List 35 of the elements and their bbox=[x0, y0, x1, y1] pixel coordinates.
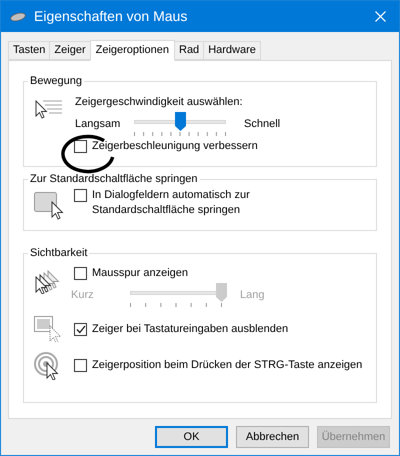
tab[interactable]: Zeiger bbox=[49, 41, 91, 60]
checkbox-box[interactable] bbox=[74, 358, 87, 372]
checkbox-label: Mausspur anzeigen bbox=[92, 266, 188, 280]
slider-ticks-icon bbox=[134, 132, 226, 137]
checkmark-icon bbox=[76, 324, 86, 334]
group-title: Sichtbarkeit bbox=[29, 246, 88, 261]
checkbox-label: Zeigerbeschleunigung verbessern bbox=[92, 139, 258, 154]
checkbox-box[interactable] bbox=[74, 322, 87, 336]
checkbox[interactable]: Mausspur anzeigen bbox=[74, 266, 264, 280]
checkbox[interactable]: In Dialogfeldern automatisch zur Standardschaltfläche springen bbox=[74, 188, 344, 218]
slider-ticks-icon bbox=[130, 302, 222, 308]
group-title: Bewegung bbox=[29, 74, 83, 89]
tab[interactable]: Tasten bbox=[8, 41, 50, 60]
moving-pointer-icon bbox=[35, 98, 63, 120]
tab[interactable]: Zeigeroptionen bbox=[90, 40, 175, 61]
tab[interactable]: Rad bbox=[174, 41, 204, 60]
slider-min-label: Kurz bbox=[71, 288, 95, 302]
dialog-button[interactable]: Abbrechen bbox=[236, 426, 309, 448]
slider-max-label: Lang bbox=[240, 288, 264, 302]
default-button-icon bbox=[34, 192, 66, 220]
checkbox[interactable]: Zeigerbeschleunigung verbessern bbox=[74, 139, 366, 154]
checkbox-label: In Dialogfeldern automatisch zur Standardschaltfläche springen bbox=[92, 188, 251, 218]
checkbox-box[interactable] bbox=[74, 188, 87, 202]
tab[interactable]: Hardware bbox=[203, 41, 261, 60]
slider-thumb[interactable] bbox=[174, 112, 186, 131]
dialog-button[interactable]: OK bbox=[155, 426, 228, 448]
group-title: Zur Standardschaltfläche springen bbox=[29, 172, 199, 187]
close-icon[interactable] bbox=[375, 11, 386, 22]
slider-min-label: Langsam bbox=[75, 117, 122, 132]
checkbox-box[interactable] bbox=[74, 140, 87, 153]
slider-label: Zeigergeschwindigkeit auswählen: bbox=[75, 94, 244, 110]
slider-max-label: Schnell bbox=[244, 117, 280, 132]
checkbox-box[interactable] bbox=[74, 266, 87, 280]
mouse-icon bbox=[10, 12, 26, 22]
window-title: Eigenschaften von Maus bbox=[34, 7, 188, 26]
